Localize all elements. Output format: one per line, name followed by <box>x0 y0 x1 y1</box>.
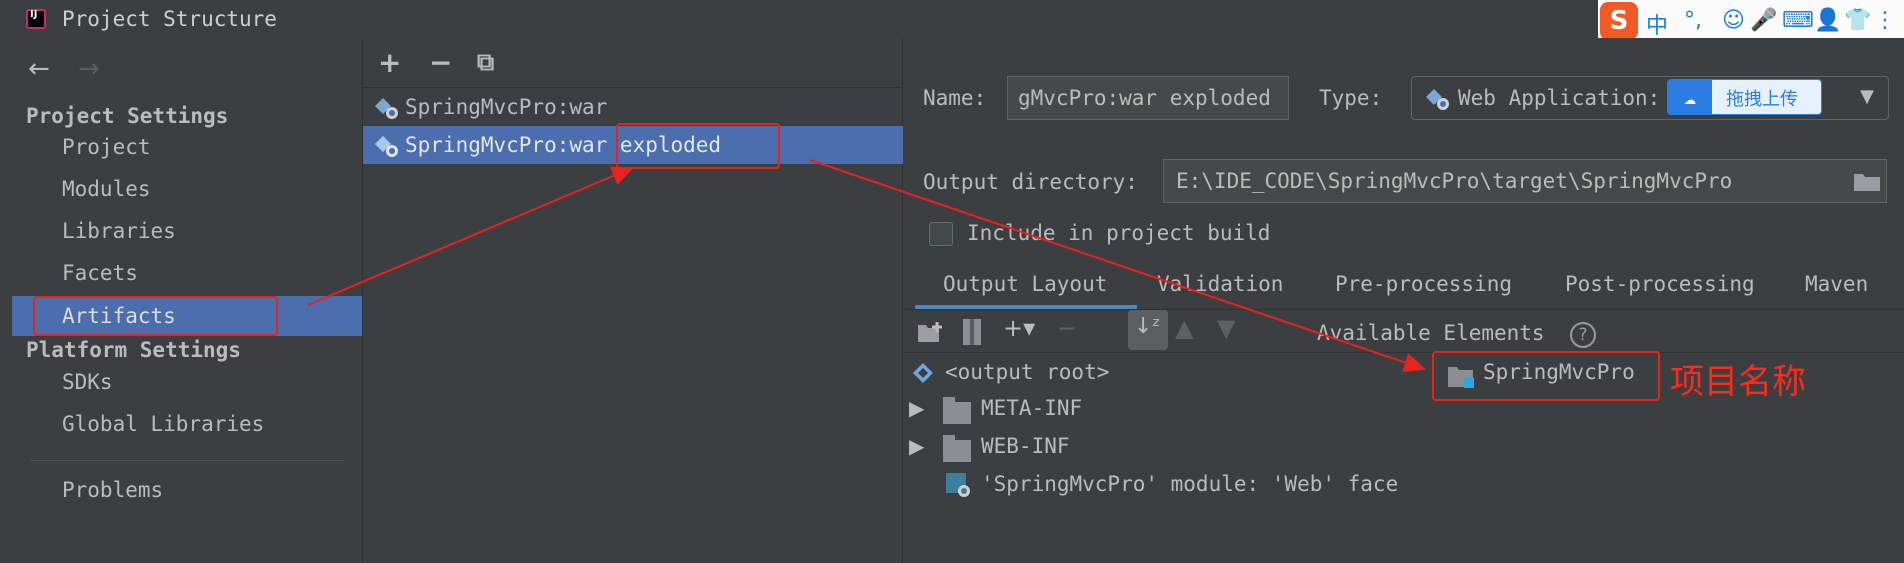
web-facet-icon <box>946 473 970 497</box>
sidebar-item-sdks[interactable]: SDKs <box>12 362 362 402</box>
type-label: Type: <box>1319 86 1383 110</box>
cloud-icon: ☁ <box>1668 80 1712 114</box>
move-down-button[interactable]: ▼ <box>1217 314 1235 342</box>
web-artifact-icon <box>375 136 398 157</box>
window-title: Project Structure <box>62 7 277 31</box>
sidebar-item-global-libraries[interactable]: Global Libraries <box>12 404 362 444</box>
folder-icon <box>943 397 971 424</box>
copy-artifact-button[interactable]: ⧉ <box>477 48 494 76</box>
annotation-box-available-item <box>1432 351 1660 401</box>
name-label: Name: <box>923 86 987 110</box>
ime-keyboard-icon[interactable]: ⌨ <box>1782 8 1814 33</box>
output-directory-value: E:\IDE_CODE\SpringMvcPro\target\SpringMv… <box>1176 169 1733 193</box>
sort-elements-button[interactable]: ↓ᶻ <box>1128 310 1168 350</box>
artifact-item-war[interactable]: SpringMvcPro:war <box>363 88 904 126</box>
upload-label: 拖拽上传 <box>1726 89 1798 110</box>
tree-node-meta-inf[interactable]: META-INF <box>981 396 1082 420</box>
chevron-down-icon: ▼ <box>1860 86 1874 107</box>
tab-validation[interactable]: Validation <box>1157 272 1283 296</box>
include-in-build-label: Include in project build <box>967 221 1271 245</box>
remove-artifact-button[interactable]: − <box>429 46 452 79</box>
tab-pre-processing[interactable]: Pre-processing <box>1335 272 1512 296</box>
type-value: Web Application: <box>1458 86 1661 110</box>
output-root-icon <box>913 363 933 383</box>
output-root-node[interactable]: <output root> <box>945 360 1109 384</box>
ime-punctuation[interactable]: °, <box>1684 8 1702 33</box>
include-in-build-checkbox[interactable] <box>929 222 953 246</box>
tab-output-layout[interactable]: Output Layout <box>943 272 1107 296</box>
output-directory-label: Output directory: <box>923 170 1138 194</box>
folder-icon <box>943 435 971 462</box>
artifact-config-panel: Name: gMvcPro:war exploded Type: Web App… <box>903 38 1904 563</box>
sogou-logo-icon[interactable]: S <box>1600 2 1638 40</box>
sidebar-item-modules[interactable]: Modules <box>12 169 362 209</box>
add-artifact-button[interactable]: + <box>378 46 401 79</box>
tabs-divider <box>903 309 1904 310</box>
back-arrow-icon[interactable]: ← <box>28 54 50 84</box>
sidebar-item-project[interactable]: Project <box>12 127 362 167</box>
ime-voice-icon[interactable]: 🎤 <box>1750 8 1777 33</box>
help-icon[interactable]: ? <box>1570 322 1596 348</box>
artifacts-toolbar: + − ⧉ <box>363 38 904 88</box>
tree-node-web-facet[interactable]: 'SpringMvcPro' module: 'Web' face <box>981 472 1398 496</box>
browse-folder-icon[interactable] <box>1853 170 1881 192</box>
annotation-box-exploded <box>616 123 780 169</box>
artifact-label: SpringMvcPro:war <box>405 95 608 119</box>
annotation-box-artifacts <box>33 296 278 336</box>
forward-arrow-icon[interactable]: → <box>78 54 100 84</box>
intellij-logo-icon <box>26 9 46 29</box>
ime-skin-icon[interactable]: 👕 <box>1844 8 1871 33</box>
ime-chinese-mode[interactable]: 中 <box>1646 8 1668 40</box>
expand-web-inf-icon[interactable]: ▶ <box>909 434 924 458</box>
sidebar-item-facets[interactable]: Facets <box>12 253 362 293</box>
expand-meta-inf-icon[interactable]: ▶ <box>909 396 924 420</box>
ime-user-icon[interactable]: 👤 <box>1814 8 1841 33</box>
ime-emoji-icon[interactable]: ☺ <box>1722 8 1745 33</box>
new-directory-icon[interactable] <box>917 320 945 344</box>
ime-menu-icon[interactable]: ⋮⋮ <box>1874 8 1904 33</box>
name-input[interactable]: gMvcPro:war exploded <box>1007 76 1289 120</box>
web-artifact-icon <box>375 98 398 119</box>
sidebar-divider <box>30 460 345 461</box>
sort-alpha-icon: ↓ᶻ <box>1134 314 1161 339</box>
platform-settings-heading: Platform Settings <box>26 338 241 362</box>
move-up-button[interactable]: ▲ <box>1175 314 1193 342</box>
annotation-project-name-label: 项目名称 <box>1670 362 1806 402</box>
remove-element-button[interactable]: − <box>1057 314 1077 342</box>
add-element-button[interactable]: +▾ <box>1003 314 1035 342</box>
output-directory-input[interactable]: E:\IDE_CODE\SpringMvcPro\target\SpringMv… <box>1163 159 1887 203</box>
artifacts-list-panel: + − ⧉ SpringMvcPro:war SpringMvcPro:war … <box>362 38 904 563</box>
archive-icon[interactable] <box>961 318 983 346</box>
tab-post-processing[interactable]: Post-processing <box>1565 272 1755 296</box>
baidu-upload-overlay[interactable]: ☁ 拖拽上传 <box>1667 79 1822 115</box>
project-settings-heading: Project Settings <box>26 104 229 128</box>
layout-divider <box>903 352 1904 353</box>
sidebar-item-libraries[interactable]: Libraries <box>12 211 362 251</box>
tree-node-web-inf[interactable]: WEB-INF <box>981 434 1070 458</box>
sidebar-item-problems[interactable]: Problems <box>12 470 362 510</box>
available-elements-label: Available Elements <box>1317 321 1545 345</box>
web-application-icon <box>1426 89 1449 110</box>
tab-maven[interactable]: Maven <box>1805 272 1868 296</box>
